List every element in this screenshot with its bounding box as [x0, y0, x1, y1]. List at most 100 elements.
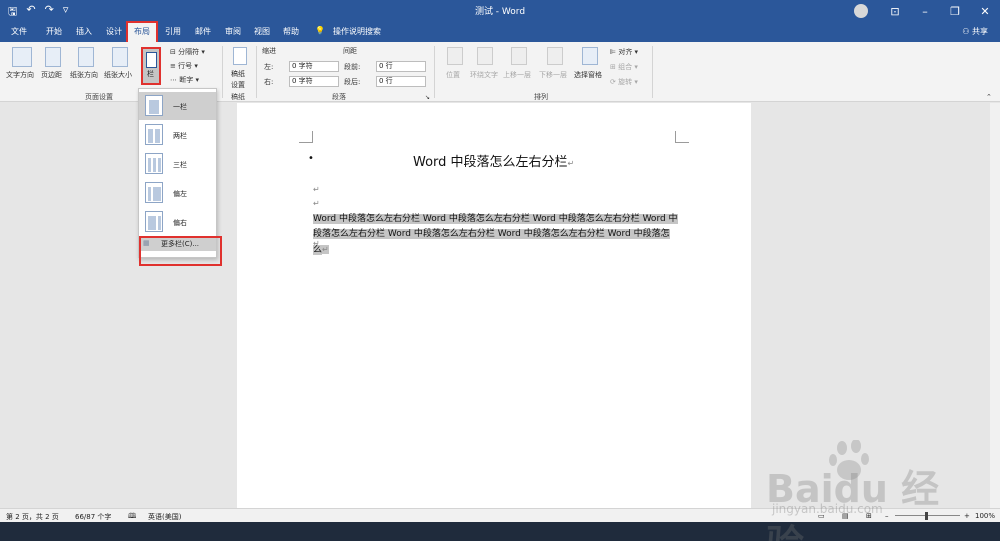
- selection-pane-button[interactable]: 选择窗格: [574, 70, 602, 80]
- paragraph-mark: ↵: [313, 239, 320, 248]
- draft-paper-button-line2[interactable]: 设置: [231, 80, 245, 90]
- collapse-ribbon-icon[interactable]: ⌃: [986, 93, 992, 101]
- columns-option-label: 三栏: [173, 161, 187, 169]
- columns-option-one[interactable]: 一栏: [139, 92, 216, 120]
- tab-design[interactable]: 设计: [106, 26, 122, 37]
- breaks-button[interactable]: ⊟ 分隔符 ▾: [170, 47, 205, 57]
- spacing-before-label: 段前:: [344, 63, 361, 71]
- bring-forward-button[interactable]: 上移一层: [503, 70, 531, 80]
- indent-left-field[interactable]: 0 字符: [289, 61, 339, 72]
- three-columns-icon: [145, 153, 163, 174]
- selected-paragraph[interactable]: Word 中段落怎么左右分栏 Word 中段落怎么左右分栏 Word 中段落怎么…: [313, 212, 678, 258]
- ribbon-separator: [434, 46, 435, 98]
- wrap-text-icon[interactable]: [477, 47, 493, 65]
- size-icon[interactable]: [112, 47, 128, 67]
- size-button[interactable]: 纸张大小: [104, 70, 132, 80]
- align-label: 对齐: [618, 48, 633, 56]
- title-bar: 🖫 ↶ ↷ ▿ 测试 - Word ⊡ – ❐ ✕: [0, 0, 1000, 22]
- paragraph-line-1: Word 中段落怎么左右分栏 Word 中段落怎么左右分栏 Word 中段落怎么…: [313, 214, 678, 224]
- columns-option-label: 一栏: [173, 103, 187, 111]
- hyphenation-button[interactable]: ⋯ 断字 ▾: [170, 75, 199, 85]
- minimize-icon[interactable]: –: [910, 5, 940, 18]
- word-count[interactable]: 66/87 个字: [75, 512, 111, 522]
- document-heading[interactable]: Word 中段落怎么左右分栏↵: [413, 151, 574, 170]
- orientation-icon[interactable]: [78, 47, 94, 67]
- columns-option-right[interactable]: 偏右: [139, 208, 216, 236]
- avatar[interactable]: [854, 4, 868, 18]
- draft-paper-button-line1[interactable]: 稿纸: [231, 69, 245, 79]
- two-columns-icon: [145, 124, 163, 145]
- columns-option-label: 偏左: [173, 190, 187, 198]
- margin-mark: [675, 131, 689, 143]
- columns-button[interactable]: 栏: [141, 47, 161, 85]
- spacing-after-field[interactable]: 0 行: [376, 76, 426, 87]
- vertical-scrollbar[interactable]: [990, 103, 1000, 508]
- paragraph-mark: ↵: [322, 245, 329, 254]
- language[interactable]: 英语(美国): [148, 512, 181, 522]
- bring-forward-icon[interactable]: [511, 47, 527, 65]
- rotate-button[interactable]: ⟳ 旋转 ▾: [610, 77, 638, 87]
- line-numbers-button[interactable]: ≡ 行号 ▾: [170, 61, 198, 71]
- window-title: 测试 - Word: [474, 7, 526, 17]
- indent-left-label: 左:: [264, 63, 274, 71]
- columns-option-label: 偏右: [173, 219, 187, 227]
- tab-view[interactable]: 视图: [254, 26, 270, 37]
- paragraph-mark: ↵: [567, 159, 575, 168]
- align-button[interactable]: ⊫ 对齐 ▾: [610, 47, 638, 57]
- paragraph-launcher-icon[interactable]: ↘: [425, 94, 430, 101]
- tab-insert[interactable]: 插入: [76, 26, 92, 37]
- group-button[interactable]: ⊞ 组合 ▾: [610, 62, 638, 72]
- position-icon[interactable]: [447, 47, 463, 65]
- left-column-icon: [145, 182, 163, 203]
- draft-paper-icon[interactable]: [233, 47, 247, 65]
- indent-label: 缩进: [262, 47, 276, 55]
- tab-references[interactable]: 引用: [165, 26, 181, 37]
- orientation-button[interactable]: 纸张方向: [70, 70, 98, 80]
- spacing-label: 间距: [343, 47, 357, 55]
- tab-review[interactable]: 审阅: [225, 26, 241, 37]
- text-direction-button[interactable]: 文字方向: [6, 70, 34, 80]
- draft-paper-group-label: 稿纸: [231, 93, 245, 101]
- columns-option-two[interactable]: 两栏: [139, 121, 216, 149]
- wrap-text-button[interactable]: 环绕文字: [470, 70, 498, 80]
- highlight-box: [139, 236, 222, 266]
- margins-icon[interactable]: [45, 47, 61, 67]
- group-label: 组合: [618, 63, 633, 71]
- send-backward-icon[interactable]: [547, 47, 563, 65]
- baidu-watermark: Baidu 经验 jingyan.baidu.com: [766, 440, 966, 541]
- position-button[interactable]: 位置: [446, 70, 460, 80]
- close-icon[interactable]: ✕: [970, 5, 1000, 18]
- columns-option-left[interactable]: 偏左: [139, 179, 216, 207]
- send-backward-button[interactable]: 下移一层: [539, 70, 567, 80]
- page-count[interactable]: 第 2 页，共 2 页: [6, 512, 59, 522]
- text-direction-icon[interactable]: [12, 47, 32, 67]
- share-button[interactable]: ⚇ 共享: [962, 26, 988, 37]
- watermark-url: jingyan.baidu.com: [772, 502, 883, 516]
- zoom-level[interactable]: 100%: [975, 512, 995, 520]
- ribbon-display-icon[interactable]: ⊡: [880, 5, 910, 18]
- tell-me-search[interactable]: 操作说明搜索: [333, 26, 381, 37]
- margins-button[interactable]: 页边距: [41, 70, 62, 80]
- breaks-label: 分隔符: [178, 48, 200, 56]
- watermark-brand: Baidu 经验: [766, 467, 940, 541]
- one-column-icon: [145, 95, 163, 116]
- columns-option-three[interactable]: 三栏: [139, 150, 216, 178]
- tab-home[interactable]: 开始: [46, 26, 62, 37]
- restore-icon[interactable]: ❐: [940, 5, 970, 18]
- lightbulb-icon: 💡: [315, 26, 325, 35]
- indent-right-field[interactable]: 0 字符: [289, 76, 339, 87]
- tab-file[interactable]: 文件: [11, 26, 27, 37]
- spacing-before-field[interactable]: 0 行: [376, 61, 426, 72]
- tab-layout[interactable]: 布局: [126, 21, 158, 44]
- columns-label: 栏: [147, 70, 154, 78]
- columns-dropdown: 一栏 两栏 三栏 偏左 偏右 ▦ 更多栏(C)...: [138, 88, 217, 258]
- ribbon-tabs: 文件 开始 插入 设计 布局 引用 邮件 审阅 视图 帮助 💡 操作说明搜索 ⚇…: [0, 21, 1000, 44]
- tab-mailings[interactable]: 邮件: [195, 26, 211, 37]
- selection-pane-icon[interactable]: [582, 47, 598, 65]
- tab-help[interactable]: 帮助: [283, 26, 299, 37]
- line-numbers-label: 行号: [178, 62, 193, 70]
- margin-mark: [299, 131, 313, 143]
- indent-right-label: 右:: [264, 78, 274, 86]
- right-column-icon: [145, 211, 163, 232]
- bullet-mark: •: [308, 153, 314, 164]
